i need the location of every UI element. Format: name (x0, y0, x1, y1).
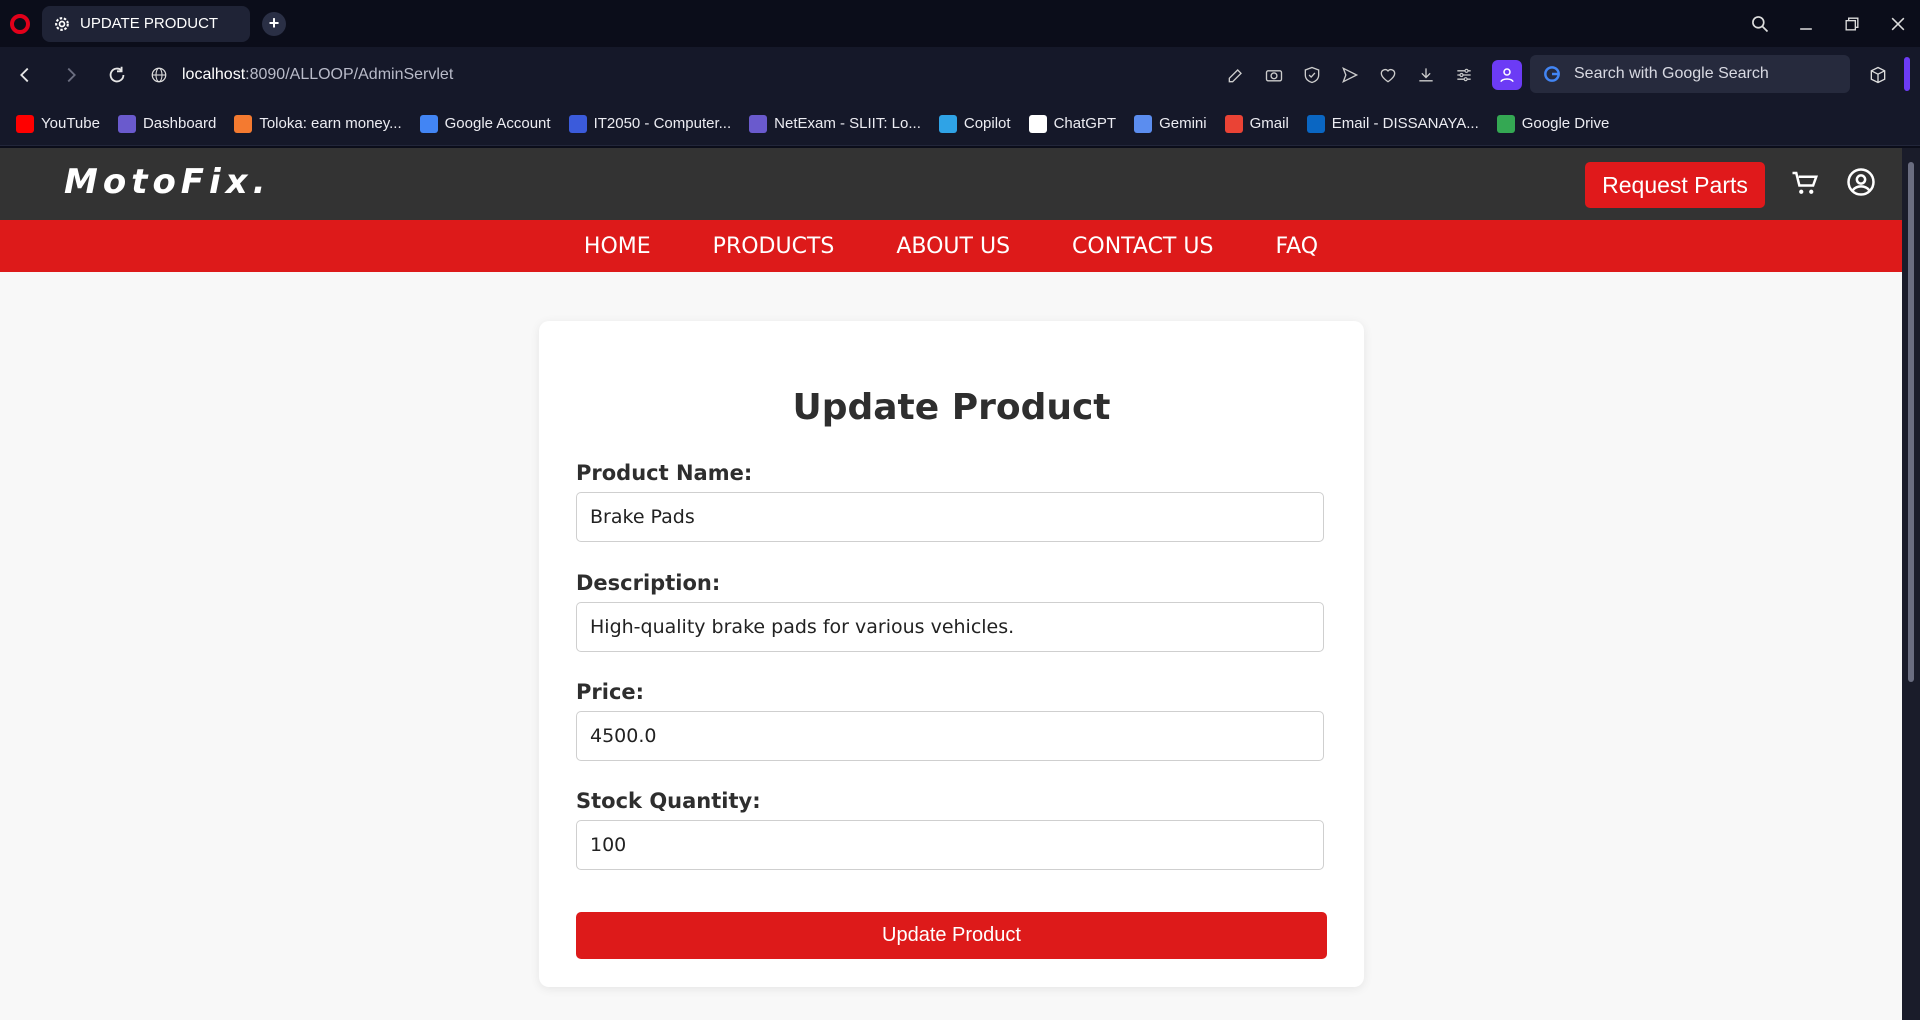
bookmark-favicon-icon (1224, 114, 1243, 133)
heart-icon[interactable] (1378, 65, 1398, 85)
opera-logo-icon[interactable] (10, 13, 30, 34)
gear-icon (55, 16, 69, 31)
bookmark-label: IT2050 - Computer... (593, 115, 732, 132)
stock-quantity-input[interactable]: 100 (576, 820, 1324, 870)
page-scrollbar[interactable] (1902, 148, 1920, 1020)
bookmark-item[interactable]: ChatGPT (1028, 114, 1117, 133)
nav-contact-us[interactable]: CONTACT US (1072, 234, 1213, 259)
bookmark-item[interactable]: Google Account (419, 114, 551, 133)
bookmark-favicon-icon (1306, 114, 1325, 133)
profile-button[interactable] (1492, 59, 1522, 90)
url-path: :8090/ALLOOP/AdminServlet (245, 65, 454, 83)
bookmark-item[interactable]: Gemini (1134, 114, 1207, 133)
extensions-box-icon[interactable] (1868, 65, 1888, 85)
bookmark-favicon-icon (117, 114, 136, 133)
bookmark-item[interactable]: IT2050 - Computer... (568, 114, 732, 133)
price-label: Price: (576, 680, 645, 704)
bookmark-item[interactable]: YouTube (16, 114, 100, 133)
bookmark-item[interactable]: Dashboard (117, 114, 217, 133)
sidebar-toggle[interactable] (1904, 57, 1910, 91)
bookmark-item[interactable]: Gmail (1224, 114, 1289, 133)
site-header: MotoFix. Request Parts (0, 148, 1902, 220)
user-icon (1500, 67, 1514, 82)
nav-about-us[interactable]: ABOUT US (896, 234, 1010, 259)
cart-icon[interactable] (1790, 168, 1820, 198)
bookmark-label: NetExam - SLIIT: Lo... (774, 115, 921, 132)
account-icon[interactable] (1846, 167, 1876, 197)
bookmark-label: Dashboard (142, 115, 217, 132)
bookmark-item[interactable]: Toloka: earn money... (234, 114, 402, 133)
bookmark-label: Gemini (1159, 115, 1207, 132)
search-tabs-icon[interactable] (1750, 14, 1770, 34)
tab-bar: UPDATE PRODUCT + (0, 0, 1920, 47)
description-input[interactable]: High-quality brake pads for various vehi… (576, 602, 1324, 652)
request-parts-button[interactable]: Request Parts (1585, 162, 1765, 208)
settings-sliders-icon[interactable] (1454, 65, 1474, 85)
active-tab[interactable]: UPDATE PRODUCT (42, 5, 250, 42)
scrollbar-thumb[interactable] (1908, 162, 1914, 682)
site-logo[interactable]: MotoFix. (64, 162, 271, 202)
nav-faq[interactable]: FAQ (1275, 234, 1318, 259)
address-bar: localhost:8090/ALLOOP/AdminServlet Searc… (0, 47, 1920, 102)
bookmark-item[interactable]: Copilot (938, 114, 1011, 133)
tab-title: UPDATE PRODUCT (80, 15, 219, 32)
bookmark-favicon-icon (1028, 114, 1047, 133)
download-icon[interactable] (1416, 65, 1436, 85)
site-nav: HOME PRODUCTS ABOUT US CONTACT US FAQ (0, 220, 1902, 272)
shield-icon[interactable] (1302, 65, 1322, 85)
bookmark-favicon-icon (1134, 114, 1153, 133)
bookmark-favicon-icon (16, 114, 34, 133)
restore-icon[interactable] (1842, 14, 1862, 34)
bookmarks-bar: YouTube Dashboard Toloka: earn money... Goo… (0, 102, 1920, 146)
bookmark-favicon-icon (1496, 114, 1515, 133)
edit-icon[interactable] (1226, 65, 1246, 85)
form-title: Update Product (792, 387, 1111, 428)
bookmark-label: YouTube (41, 115, 100, 132)
nav-home[interactable]: HOME (584, 234, 651, 259)
description-label: Description: (576, 571, 721, 595)
bookmark-label: Gmail (1249, 115, 1289, 132)
web-page: MotoFix. Request Parts HOME PRODUCTS ABO… (0, 148, 1902, 1020)
update-product-button[interactable]: Update Product (576, 912, 1327, 959)
bookmark-favicon-icon (938, 114, 957, 133)
bookmark-favicon-icon (234, 114, 253, 133)
url-field[interactable]: localhost:8090/ALLOOP/AdminServlet (150, 66, 453, 84)
google-search-placeholder: Search with Google Search (1574, 65, 1769, 82)
google-logo-icon (1544, 66, 1560, 82)
nav-products[interactable]: PRODUCTS (713, 234, 835, 259)
bookmark-label: Toloka: earn money... (259, 115, 402, 132)
bookmark-item[interactable]: Email - DISSANAYA... (1306, 114, 1479, 133)
bookmark-label: Copilot (963, 115, 1011, 132)
product-name-input[interactable]: Brake Pads (576, 492, 1324, 542)
close-icon[interactable] (1888, 14, 1908, 34)
bookmark-favicon-icon (568, 114, 587, 133)
bookmark-label: ChatGPT (1053, 115, 1117, 132)
forward-icon[interactable] (60, 64, 82, 86)
google-search-field[interactable]: Search with Google Search (1530, 55, 1850, 93)
window-controls (1750, 0, 1908, 47)
update-product-card: Update Product Product Name: Brake Pads … (539, 321, 1364, 987)
new-tab-button[interactable]: + (262, 11, 286, 36)
bookmark-favicon-icon (419, 114, 438, 133)
send-icon[interactable] (1340, 65, 1360, 85)
url-host: localhost (182, 65, 246, 83)
product-name-label: Product Name: (576, 461, 753, 485)
price-input[interactable]: 4500.0 (576, 711, 1324, 761)
bookmark-favicon-icon (749, 114, 768, 133)
back-icon[interactable] (14, 64, 36, 86)
bookmark-item[interactable]: Google Drive (1496, 114, 1610, 133)
bookmark-label: Email - DISSANAYA... (1331, 115, 1479, 132)
bookmark-label: Google Account (444, 115, 551, 132)
toolbar-icons (1226, 47, 1522, 102)
bookmark-label: Google Drive (1521, 115, 1610, 132)
reload-icon[interactable] (106, 64, 128, 86)
globe-icon (151, 67, 167, 82)
stock-quantity-label: Stock Quantity: (576, 789, 761, 813)
camera-icon[interactable] (1264, 65, 1284, 85)
minimize-icon[interactable] (1796, 14, 1816, 34)
browser-window: UPDATE PRODUCT + localhost:8090/ALLOOP/A… (0, 0, 1920, 1020)
bookmark-item[interactable]: NetExam - SLIIT: Lo... (749, 114, 921, 133)
